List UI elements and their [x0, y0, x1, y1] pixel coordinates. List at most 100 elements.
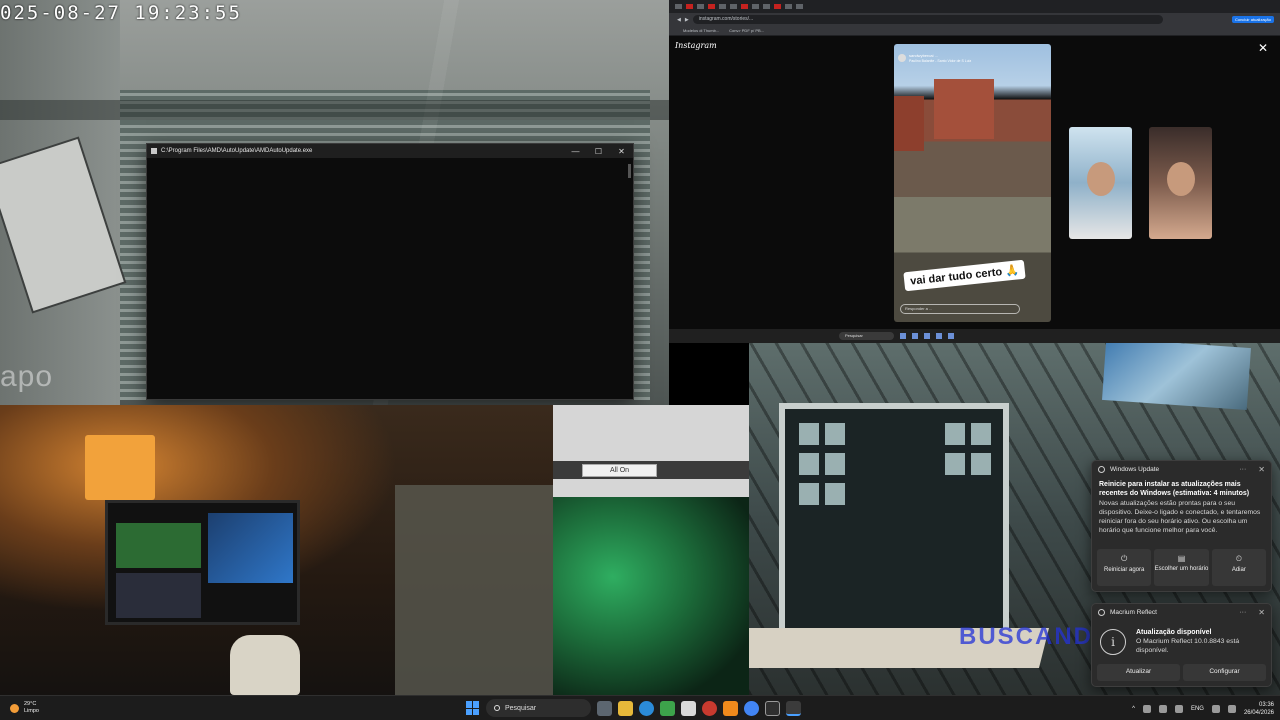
- postpone-button[interactable]: ⏲ Adiar: [1211, 549, 1266, 586]
- close-button[interactable]: ✕: [610, 147, 633, 156]
- tray-app-icon[interactable]: [1142, 704, 1151, 713]
- console-scrollbar[interactable]: [628, 164, 631, 178]
- start-button[interactable]: [466, 701, 480, 715]
- button-label: Reiniciar agora: [1103, 567, 1145, 573]
- browser-tab[interactable]: [730, 4, 737, 9]
- notification-header: Windows Update ··· ✕: [1092, 461, 1271, 478]
- story-viewer[interactable]: sandwybercai ... Paulino Balanite - Sant…: [894, 44, 1051, 322]
- close-icon[interactable]: ✕: [1258, 465, 1265, 474]
- store-icon[interactable]: [681, 700, 696, 716]
- door-pane: [799, 423, 819, 445]
- camera-feed-green-light: [553, 497, 749, 695]
- maximize-button[interactable]: ☐: [587, 147, 610, 156]
- browser-tab[interactable]: [774, 4, 781, 9]
- door-pane: [825, 453, 845, 475]
- browser-tab[interactable]: [675, 4, 682, 9]
- notification-actions: ⏻ Reiniciar agora ▤ Escolher um horário …: [1097, 549, 1266, 586]
- back-icon[interactable]: ◀: [677, 17, 681, 23]
- edge-icon[interactable]: [639, 700, 654, 716]
- search-icon: [494, 705, 500, 711]
- notification-title: Atualização disponível: [1136, 629, 1212, 636]
- windows-logo-tile: [473, 708, 479, 715]
- door-pane: [825, 423, 845, 445]
- notification-app-name: Windows Update: [1110, 466, 1160, 473]
- macrium-reflect-notification[interactable]: Macrium Reflect ··· ✕ i Atualização disp…: [1091, 603, 1272, 687]
- console-taskbar-icon[interactable]: [786, 700, 801, 716]
- button-label: Escolher um horário: [1154, 566, 1209, 572]
- console-titlebar[interactable]: C:\Program Files\AMD\AutoUpdate\AMDAutoU…: [147, 144, 633, 158]
- windows-update-icon: [1098, 466, 1105, 473]
- taskbar-search[interactable]: Pesquisar: [486, 699, 591, 717]
- door-pane: [945, 423, 965, 445]
- clock[interactable]: 03:36 26/04/2026: [1244, 701, 1274, 717]
- captured-taskbar: Pesquisar: [669, 329, 1280, 343]
- tray-overflow-chevron-icon[interactable]: ^: [1132, 706, 1135, 712]
- configure-button[interactable]: Configurar: [1183, 664, 1266, 681]
- browser-tab[interactable]: [686, 4, 693, 9]
- volume-icon[interactable]: [1227, 704, 1236, 713]
- update-browser-button[interactable]: Concluir atualização: [1231, 16, 1274, 23]
- power-icon: ⏻: [1121, 554, 1128, 563]
- story-username[interactable]: sandwybercai ...: [909, 53, 938, 58]
- monitor-thumbnail-pane: [208, 513, 293, 583]
- room-lamp: [85, 435, 155, 500]
- notification-title: Reinicie para instalar as atualizações m…: [1099, 481, 1250, 497]
- browser-tab[interactable]: [796, 4, 803, 9]
- captured-app-icon: [900, 333, 906, 339]
- more-options-icon[interactable]: ···: [1239, 609, 1246, 616]
- camera-feed-room: [0, 405, 553, 695]
- next-story-thumbnail[interactable]: [1069, 127, 1132, 239]
- update-button[interactable]: Atualizar: [1097, 664, 1180, 681]
- tray-app-icon[interactable]: [1158, 704, 1167, 713]
- clock-date: 26/04/2026: [1243, 709, 1274, 716]
- browser-tab[interactable]: [708, 4, 715, 9]
- windows-logo-tile: [466, 701, 472, 708]
- story-reply-input[interactable]: Responder a ...: [900, 304, 1020, 314]
- story-location[interactable]: Paulino Balanite - Santo Vidor de S Luiz: [909, 59, 971, 63]
- door-pane: [799, 453, 819, 475]
- browser-tab[interactable]: [763, 4, 770, 9]
- bookmarks-bar: Modelos di Thumb... Conv.r PDF p/ PB...: [669, 26, 1280, 36]
- browser-tab-strip: [669, 0, 1280, 13]
- wifi-icon[interactable]: [1211, 704, 1220, 713]
- story-building: [894, 96, 924, 151]
- story-close-icon[interactable]: ✕: [1258, 41, 1268, 55]
- search-placeholder: Pesquisar: [505, 704, 537, 712]
- forward-icon[interactable]: ▶: [685, 17, 689, 23]
- weather-widget[interactable]: 29°C Limpo: [10, 701, 39, 715]
- avatar[interactable]: [898, 54, 906, 62]
- bookmark-item[interactable]: Conv.r PDF p/ PB...: [729, 28, 764, 33]
- room-monitor: [105, 500, 300, 625]
- browser-tab[interactable]: [697, 4, 704, 9]
- windows-update-notification[interactable]: Windows Update ··· ✕ Reinicie para insta…: [1091, 460, 1272, 592]
- bookmark-item[interactable]: Modelos di Thumb...: [683, 28, 719, 33]
- language-indicator[interactable]: ENG: [1191, 706, 1204, 712]
- notification-header: Macrium Reflect ··· ✕: [1092, 604, 1271, 621]
- browser-tab[interactable]: [741, 4, 748, 9]
- close-icon[interactable]: ✕: [1258, 608, 1265, 617]
- chrome-profile-icon[interactable]: [744, 700, 759, 716]
- more-options-icon[interactable]: ···: [1239, 466, 1246, 473]
- next-story-thumbnail[interactable]: [1149, 127, 1212, 239]
- snooze-icon: ⏲: [1235, 554, 1242, 563]
- choose-time-button[interactable]: ▤ Escolher um horário: [1154, 549, 1209, 586]
- browser-tab[interactable]: [752, 4, 759, 9]
- all-on-button[interactable]: All On: [582, 464, 657, 477]
- tray-app-icon[interactable]: [1174, 704, 1183, 713]
- task-view-icon[interactable]: [597, 700, 612, 716]
- door-pane: [971, 423, 991, 445]
- amd-autoupdate-console-window[interactable]: C:\Program Files\AMD\AutoUpdate\AMDAutoU…: [146, 143, 634, 400]
- file-explorer-icon[interactable]: [618, 700, 633, 716]
- restart-now-button[interactable]: ⏻ Reiniciar agora: [1097, 549, 1152, 586]
- vlc-icon[interactable]: [723, 700, 738, 716]
- browser-tab[interactable]: [785, 4, 792, 9]
- app-icon[interactable]: [702, 700, 717, 716]
- room-cork-board: [395, 485, 553, 695]
- chrome-icon[interactable]: [660, 700, 675, 716]
- url-field[interactable]: instagram.com/stories/...: [692, 15, 1163, 24]
- obs-icon[interactable]: [765, 700, 780, 716]
- instagram-logo[interactable]: Instagram: [675, 41, 717, 50]
- browser-tab[interactable]: [719, 4, 726, 9]
- console-app-icon: [151, 148, 157, 154]
- minimize-button[interactable]: —: [564, 147, 587, 156]
